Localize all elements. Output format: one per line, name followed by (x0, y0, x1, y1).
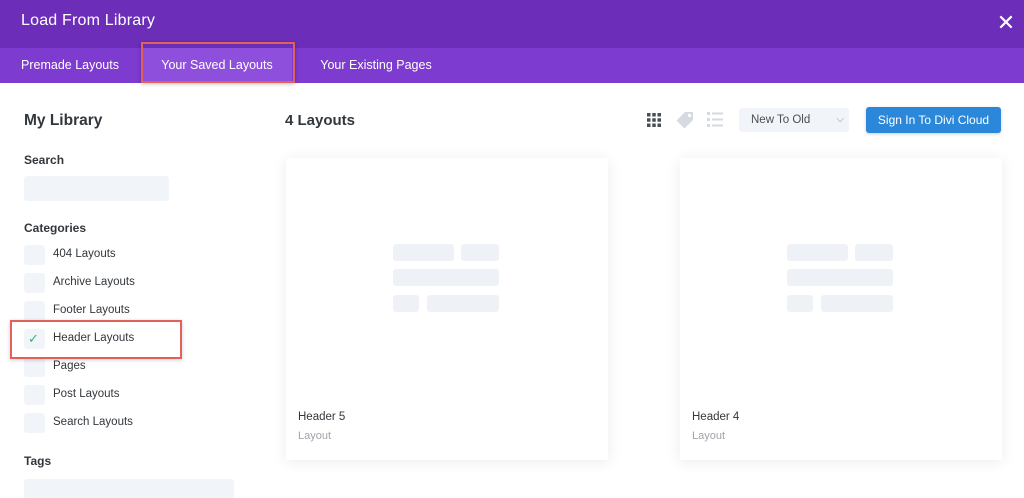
sort-select[interactable]: New To Old ⌵ (739, 108, 849, 132)
tags-input[interactable] (24, 479, 234, 498)
category-post-layouts[interactable]: Post Layouts (24, 385, 244, 405)
modal-title: Load From Library (21, 12, 156, 29)
layout-count-title: 4 Layouts (285, 112, 356, 129)
tag-icon[interactable] (676, 111, 694, 129)
category-label: Pages (53, 360, 86, 372)
sort-select-value: New To Old (751, 114, 811, 126)
category-label: Archive Layouts (53, 276, 135, 288)
category-header-layouts[interactable]: ✓ Header Layouts (24, 329, 244, 349)
tags-label: Tags (24, 454, 52, 468)
category-404-layouts[interactable]: 404 Layouts (24, 245, 244, 265)
thumbnail-placeholder (855, 244, 893, 261)
layout-card-name: Header 5 (298, 411, 346, 423)
categories-label: Categories (24, 221, 87, 235)
layout-card[interactable]: Header 5 Layout (286, 158, 608, 460)
category-label: Header Layouts (53, 332, 135, 344)
category-checkbox[interactable] (24, 413, 45, 433)
category-label: Footer Layouts (53, 304, 130, 316)
thumbnail-placeholder (461, 244, 499, 261)
layout-card-type: Layout (298, 430, 332, 442)
layout-card[interactable]: Header 4 Layout (680, 158, 1002, 460)
category-label: Post Layouts (53, 388, 120, 400)
tab-your-existing-pages[interactable]: Your Existing Pages (306, 48, 446, 83)
category-search-layouts[interactable]: Search Layouts (24, 413, 244, 433)
check-icon: ✓ (28, 331, 39, 346)
category-checkbox[interactable] (24, 273, 45, 293)
thumbnail-placeholder (393, 269, 499, 286)
category-pages[interactable]: Pages (24, 357, 244, 377)
category-checkbox[interactable] (24, 301, 45, 321)
search-label: Search (24, 153, 65, 167)
tab-your-saved-layouts[interactable]: Your Saved Layouts (142, 48, 292, 83)
layout-card-name: Header 4 (692, 411, 740, 423)
tab-premade-layouts[interactable]: Premade Layouts (10, 48, 130, 83)
category-archive-layouts[interactable]: Archive Layouts (24, 273, 244, 293)
chevron-down-icon: ⌵ (836, 114, 844, 125)
thumbnail-placeholder (393, 295, 419, 312)
tab-bar: Premade Layouts Your Saved Layouts Your … (0, 48, 1024, 83)
category-checkbox[interactable] (24, 357, 45, 377)
category-checkbox[interactable] (24, 385, 45, 405)
category-checkbox[interactable] (24, 245, 45, 265)
sign-in-divi-cloud-button[interactable]: Sign In To Divi Cloud (866, 107, 1001, 133)
category-footer-layouts[interactable]: Footer Layouts (24, 301, 244, 321)
search-input[interactable] (24, 176, 169, 201)
list-icon[interactable] (707, 112, 723, 127)
library-title: My Library (24, 112, 103, 129)
category-label: 404 Layouts (53, 248, 116, 260)
grid-icon[interactable] (647, 113, 661, 127)
layout-card-type: Layout (692, 430, 726, 442)
thumbnail-placeholder (787, 244, 848, 261)
category-label: Search Layouts (53, 416, 133, 428)
thumbnail-placeholder (427, 295, 499, 312)
thumbnail-placeholder (787, 295, 813, 312)
sidebar: My Library Search Categories 404 Layouts… (0, 83, 260, 498)
thumbnail-placeholder (393, 244, 454, 261)
close-icon[interactable]: ✕ (994, 11, 1018, 35)
thumbnail-placeholder (821, 295, 893, 312)
modal-header: Load From Library ✕ (0, 0, 1024, 48)
thumbnail-placeholder (787, 269, 893, 286)
